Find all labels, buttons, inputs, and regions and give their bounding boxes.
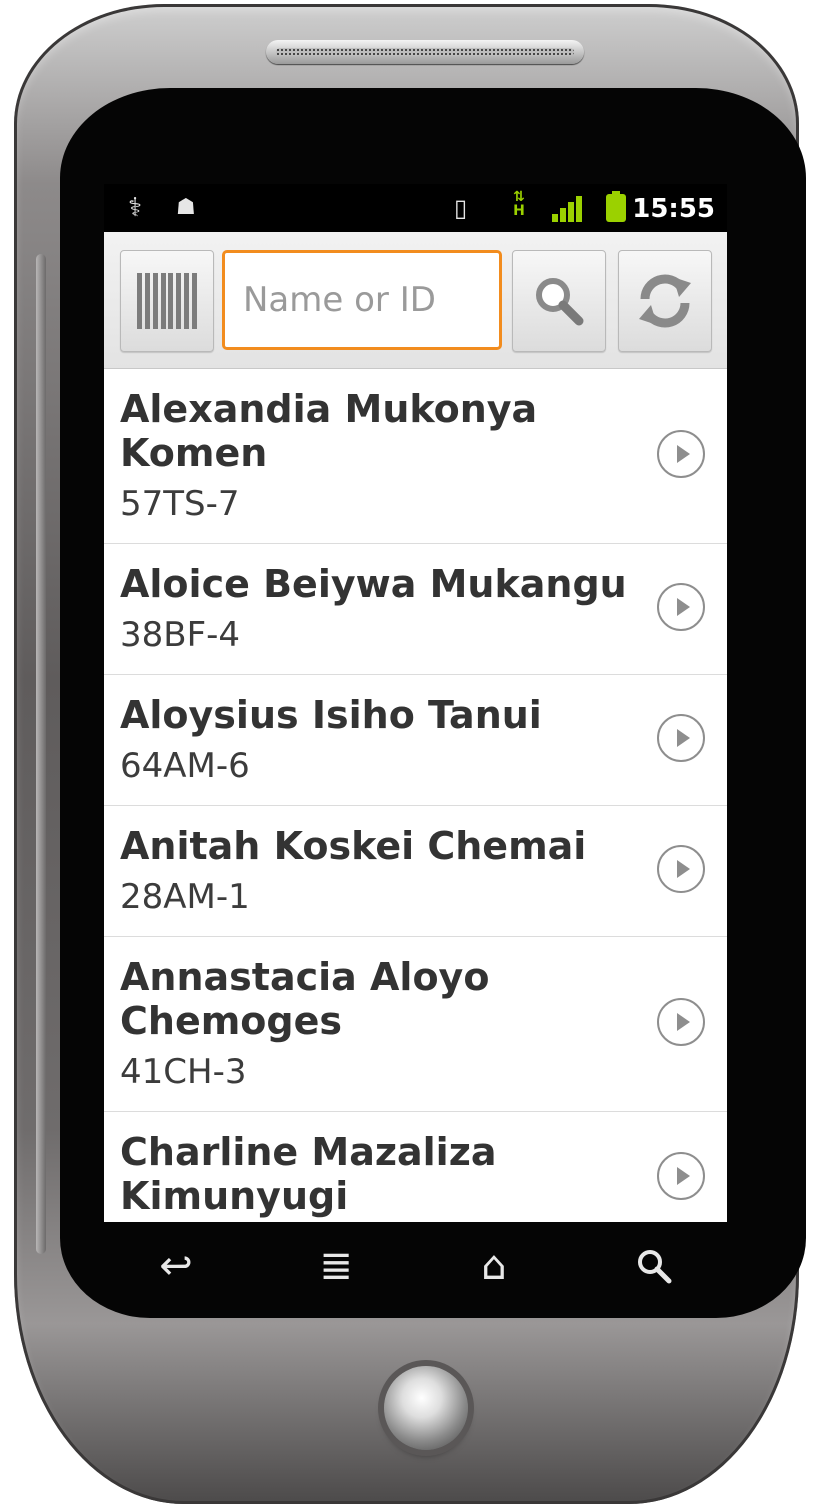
search-button[interactable] bbox=[512, 250, 606, 352]
chevron-right-icon[interactable] bbox=[657, 845, 705, 893]
magnifier-icon bbox=[638, 1250, 672, 1284]
refresh-icon bbox=[639, 274, 691, 328]
search-toolbar bbox=[104, 232, 727, 369]
network-label: H bbox=[513, 203, 525, 219]
screen: ⚕ ☗ ▯ ⇅ H 15:55 Name or ID Alexandia Muk… bbox=[104, 184, 727, 1222]
item-name: Charline Mazaliza Kimunyugi bbox=[120, 1130, 497, 1218]
chevron-right-icon[interactable] bbox=[657, 714, 705, 762]
search-input[interactable] bbox=[222, 250, 502, 350]
status-bar: ⚕ ☗ ▯ ⇅ H 15:55 bbox=[104, 184, 727, 232]
item-name: Anitah Koskei Chemai bbox=[120, 824, 587, 868]
speaker-grill bbox=[276, 48, 574, 56]
clock: 15:55 bbox=[632, 194, 715, 224]
earpiece-speaker bbox=[266, 40, 584, 64]
item-id: 57TS-7 bbox=[120, 484, 240, 524]
item-name: Alexandia Mukonya Komen bbox=[120, 387, 538, 475]
search-softkey-icon[interactable] bbox=[604, 1234, 704, 1298]
list-item[interactable]: Alexandia Mukonya Komen 57TS-7 bbox=[104, 369, 727, 544]
home-icon[interactable]: ⌂ bbox=[444, 1234, 544, 1298]
soft-key-bar: ↩ ≣ ⌂ bbox=[104, 1226, 727, 1306]
android-debug-icon: ☗ bbox=[176, 195, 196, 220]
barcode-scan-button[interactable] bbox=[120, 250, 214, 352]
menu-icon[interactable]: ≣ bbox=[286, 1234, 386, 1298]
battery-icon bbox=[606, 191, 626, 222]
item-name: Aloysius Isiho Tanui bbox=[120, 693, 542, 737]
item-id: 64AM-6 bbox=[120, 746, 250, 786]
item-id: 28AM-1 bbox=[120, 877, 250, 917]
list-item[interactable]: Charline Mazaliza Kimunyugi bbox=[104, 1112, 727, 1222]
usb-icon: ⚕ bbox=[128, 193, 143, 223]
list-item[interactable]: Annastacia Aloyo Chemoges 41CH-3 bbox=[104, 937, 727, 1112]
list-item[interactable]: Anitah Koskei Chemai 28AM-1 bbox=[104, 806, 727, 937]
refresh-button[interactable] bbox=[618, 250, 712, 352]
phone-side-edge bbox=[36, 254, 46, 1254]
item-id: 38BF-4 bbox=[120, 615, 241, 655]
hspa-icon: ⇅ H bbox=[513, 189, 525, 219]
item-name: Annastacia Aloyo Chemoges bbox=[120, 955, 490, 1043]
chevron-right-icon[interactable] bbox=[657, 430, 705, 478]
signal-icon bbox=[552, 196, 586, 222]
patient-list: Alexandia Mukonya Komen 57TS-7 Aloice Be… bbox=[104, 369, 727, 1222]
list-item[interactable]: Aloice Beiywa Mukangu 38BF-4 bbox=[104, 544, 727, 675]
item-name: Aloice Beiywa Mukangu bbox=[120, 562, 627, 606]
search-icon bbox=[536, 278, 584, 326]
chevron-right-icon[interactable] bbox=[657, 583, 705, 631]
list-item[interactable]: Aloysius Isiho Tanui 64AM-6 bbox=[104, 675, 727, 806]
barcode-icon bbox=[137, 273, 197, 329]
back-icon[interactable]: ↩ bbox=[126, 1234, 226, 1298]
item-id: 41CH-3 bbox=[120, 1052, 247, 1092]
trackball-button[interactable] bbox=[384, 1366, 468, 1450]
chevron-right-icon[interactable] bbox=[657, 1152, 705, 1200]
vibrate-icon: ▯ bbox=[454, 194, 468, 222]
chevron-right-icon[interactable] bbox=[657, 998, 705, 1046]
